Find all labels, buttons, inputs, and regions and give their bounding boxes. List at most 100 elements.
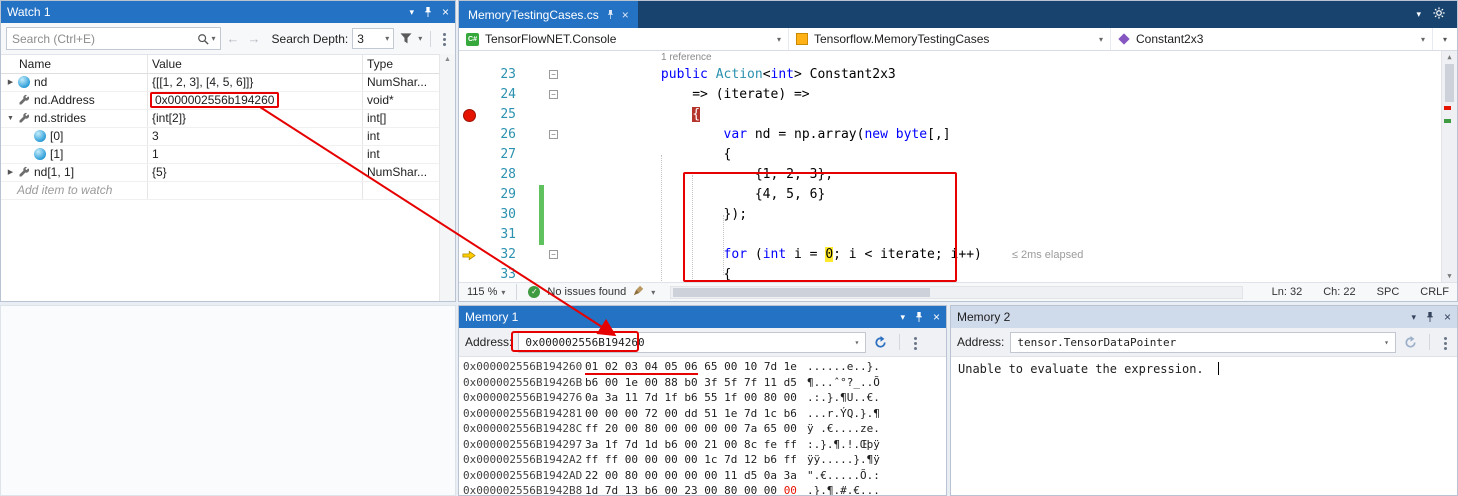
code-line[interactable]: 27 { (459, 145, 1457, 165)
search-prev-icon[interactable]: ← (225, 31, 242, 46)
collapse-box-icon[interactable]: − (549, 90, 558, 99)
breakpoint-margin[interactable] (459, 165, 479, 185)
memory-row[interactable]: 0x000002556B1942B81d 7d 13 b6 00 23 00 8… (463, 483, 946, 495)
type-combo[interactable]: Tensorflow.MemoryTestingCases ▾ (789, 28, 1111, 50)
breakpoint-margin[interactable] (459, 245, 479, 265)
close-icon[interactable]: × (933, 311, 940, 323)
close-icon[interactable]: × (1444, 311, 1451, 323)
scroll-up-icon[interactable]: ▲ (440, 56, 455, 63)
outline-margin[interactable]: − (547, 125, 567, 145)
memory-row[interactable]: 0x000002556B19426001 02 03 04 05 06 65 0… (463, 359, 946, 375)
split-window-button[interactable]: ▾ (1432, 28, 1457, 50)
expander-icon[interactable]: ▶ (4, 74, 17, 91)
reference-count-label[interactable]: 1 reference (459, 51, 1457, 65)
outline-margin[interactable] (547, 165, 567, 185)
code-line[interactable]: 28 {1, 2, 3}, (459, 165, 1457, 185)
code-line[interactable]: 29 {4, 5, 6} (459, 185, 1457, 205)
collapse-box-icon[interactable]: − (549, 70, 558, 79)
scroll-thumb[interactable] (1445, 64, 1454, 102)
watch-grid-header[interactable]: Name Value Type (1, 55, 455, 74)
memory-row[interactable]: 0x000002556B1942760a 3a 11 7d 1f b6 55 1… (463, 390, 946, 406)
issues-label[interactable]: No issues found (547, 286, 626, 298)
memory2-header[interactable]: Memory 2 ▾ × (951, 306, 1457, 328)
outline-margin[interactable] (547, 105, 567, 125)
search-next-icon[interactable]: → (246, 31, 263, 46)
code-line[interactable]: 24− => (iterate) => (459, 85, 1457, 105)
memory1-header[interactable]: Memory 1 ▾ × (459, 306, 946, 328)
code-line[interactable]: 26− var nd = np.array(new byte[,] (459, 125, 1457, 145)
breakpoint-icon[interactable] (463, 109, 476, 122)
watch-row[interactable]: ▼nd.strides{int[2]}int[] (1, 110, 455, 128)
breakpoint-margin[interactable] (459, 105, 479, 125)
breakpoint-margin[interactable] (459, 85, 479, 105)
memory-row[interactable]: 0x000002556B1942A2ff ff 00 00 00 00 1c 7… (463, 452, 946, 468)
filter-icon[interactable] (398, 33, 414, 44)
watch-row[interactable]: ▶nd[1, 1]{5}NumShar... (1, 164, 455, 182)
code-line[interactable]: 32− for (int i = 0; i < iterate; i++)≤ 2… (459, 245, 1457, 265)
outline-margin[interactable] (547, 225, 567, 245)
outline-margin[interactable] (547, 205, 567, 225)
outline-margin[interactable]: − (547, 245, 567, 265)
pin-icon[interactable] (606, 9, 615, 20)
close-icon[interactable]: × (622, 8, 629, 22)
breakpoint-margin[interactable] (459, 145, 479, 165)
search-depth-combo[interactable]: 3 ▾ (352, 28, 394, 49)
code-line[interactable]: 33 { (459, 265, 1457, 282)
watch-row[interactable]: [0]3int (1, 128, 455, 146)
outline-margin[interactable] (547, 265, 567, 282)
collapse-box-icon[interactable]: − (549, 250, 558, 259)
window-menu-icon[interactable]: ▾ (900, 313, 905, 322)
code-cleanup-caret-icon[interactable]: ▾ (651, 288, 655, 297)
gear-icon[interactable] (1433, 7, 1445, 22)
watch-row[interactable]: nd.Address0x000002556b194260void* (1, 92, 455, 110)
zoom-combo[interactable]: 115 % ▾ (467, 286, 505, 298)
horizontal-scrollbar[interactable] (670, 286, 1242, 299)
close-icon[interactable]: × (442, 6, 449, 18)
memory-row[interactable]: 0x000002556B19426Bb6 00 1e 00 88 b0 3f 5… (463, 375, 946, 391)
outline-margin[interactable]: − (547, 85, 567, 105)
memory2-message-area[interactable]: Unable to evaluate the expression. (951, 357, 1457, 495)
memory-row[interactable]: 0x000002556B19428Cff 20 00 80 00 00 00 0… (463, 421, 946, 437)
watch-row[interactable]: ▶nd{[[1, 2, 3], [4, 5, 6]]}NumShar... (1, 74, 455, 92)
scroll-up-icon[interactable]: ▲ (1442, 53, 1457, 61)
project-combo[interactable]: C# TensorFlowNET.Console ▾ (459, 28, 789, 50)
window-menu-icon[interactable]: ▾ (1411, 313, 1416, 322)
expander-icon[interactable]: ▼ (4, 110, 17, 127)
code-line[interactable]: 23− public Action<int> Constant2x3 (459, 65, 1457, 85)
refresh-icon[interactable] (872, 336, 889, 349)
breakpoint-margin[interactable] (459, 225, 479, 245)
outline-margin[interactable]: − (547, 65, 567, 85)
expander-icon[interactable]: ▶ (4, 164, 17, 181)
breakpoint-margin[interactable] (459, 205, 479, 225)
toolbar-overflow-icon[interactable] (443, 33, 446, 36)
pin-icon[interactable] (423, 6, 433, 18)
pin-icon[interactable] (914, 311, 924, 323)
breakpoint-margin[interactable] (459, 265, 479, 282)
memory-row[interactable]: 0x000002556B1942AD22 00 80 00 00 00 00 1… (463, 468, 946, 484)
outline-margin[interactable] (547, 145, 567, 165)
search-options-caret-icon[interactable]: ▾ (211, 34, 220, 43)
breakpoint-margin[interactable] (459, 125, 479, 145)
watch-header[interactable]: Watch 1 ▾ × (1, 1, 455, 23)
refresh-icon[interactable] (1402, 336, 1419, 349)
document-list-icon[interactable]: ▾ (1416, 9, 1421, 20)
memory-row[interactable]: 0x000002556B19428100 00 00 72 00 dd 51 1… (463, 406, 946, 422)
code-cleanup-icon[interactable] (633, 285, 644, 299)
member-combo[interactable]: Constant2x3 ▾ (1111, 28, 1432, 50)
memory-row[interactable]: 0x000002556B1942973a 1f 7d 1d b6 00 21 0… (463, 437, 946, 453)
memory1-address-combo[interactable]: 0x000002556B194260 ▾ (518, 332, 866, 353)
watch-row[interactable]: [1]1int (1, 146, 455, 164)
column-header-value[interactable]: Value (148, 55, 363, 73)
toolbar-overflow-icon[interactable] (1444, 337, 1447, 340)
search-input[interactable] (7, 32, 195, 46)
code-area[interactable]: 1 reference23− public Action<int> Consta… (459, 51, 1457, 282)
collapse-box-icon[interactable]: − (549, 130, 558, 139)
search-icon[interactable] (195, 33, 211, 45)
memory-rows[interactable]: 0x000002556B19426001 02 03 04 05 06 65 0… (459, 357, 946, 495)
tab-memorytestingcases[interactable]: MemoryTestingCases.cs × (459, 1, 638, 28)
watch-row[interactable]: Add item to watch (1, 182, 455, 200)
code-line[interactable]: 31 (459, 225, 1457, 245)
breakpoint-margin[interactable] (459, 65, 479, 85)
editor-scrollbar[interactable]: ▲ ▼ (1441, 51, 1457, 282)
window-menu-icon[interactable]: ▾ (409, 8, 414, 17)
